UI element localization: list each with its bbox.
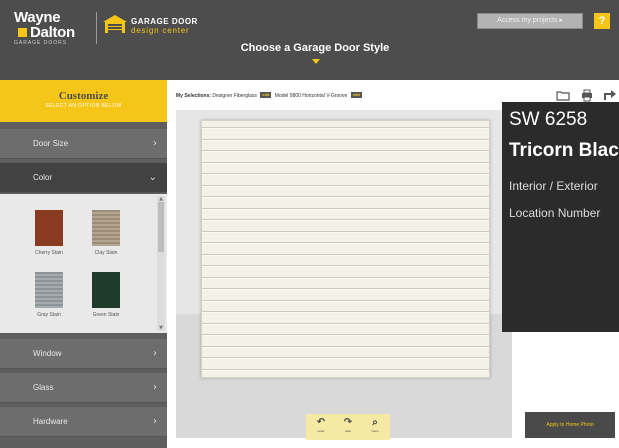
edit-door-type-tag[interactable]: edit [260,92,272,98]
door-groove [202,242,489,244]
customize-header: Customize SELECT AN OPTION BELOW [0,80,167,122]
brand-line-2: Dalton [14,25,86,40]
door-groove [202,345,489,348]
folder-icon[interactable] [556,88,570,102]
swatch-clay-stain[interactable]: Clay Stain [85,210,127,257]
customize-title: Customize [58,90,109,102]
logo-divider [96,12,97,44]
swatch-gray-stain[interactable]: Gray Stain [28,272,70,319]
door-groove [202,311,489,313]
door-groove [202,230,489,233]
chevron-right-icon: › [153,416,157,427]
door-groove [202,150,489,152]
color-usage: Interior / Exterior [509,179,598,193]
design-center-logo: GARAGE DOOR design center [131,17,198,35]
swatch-image [92,272,120,308]
swatch-image [35,210,63,246]
color-location: Location Number [509,206,601,220]
edit-model-tag[interactable]: edit [350,92,362,98]
sidebar-item-label: Color [33,173,53,182]
color-swatch-panel: Cherry Stain Clay Stain Gray Stain Green… [0,194,167,333]
door-groove [202,288,489,290]
chevron-right-icon: › [153,348,157,359]
door-groove [202,357,489,359]
door-groove [202,219,489,221]
chevron-right-icon: › [153,382,157,393]
swatch-green-stain[interactable]: Green Stain [85,272,127,319]
swatch-label: Cherry Stain [35,250,63,256]
selection-door-type: Designer Fiberglass [212,93,257,99]
door-groove [202,207,489,210]
door-groove [202,276,489,279]
door-groove [202,173,489,175]
color-number: SW 6258 [509,109,588,130]
swatch-image [35,272,63,308]
garage-icon [103,15,127,33]
door-groove [202,265,489,267]
apply-to-home-photo-button[interactable]: Apply to Home Photo [525,412,615,438]
door-groove [202,161,489,164]
swatch-label: Gray Stain [37,312,61,318]
redo-label: redo [344,429,351,433]
view-controls: ↶ undo ↷ redo ⌕ zoom [306,414,390,440]
door-groove [202,299,489,302]
gdc-line-2: design center [131,26,190,35]
selections-label: My Selections: [176,93,212,99]
color-tooltip: SW 6258 Tricorn Black Interior / Exterio… [502,102,619,332]
sidebar-item-label: Hardware [33,417,68,426]
door-groove [202,334,489,336]
page-title: Choose a Garage Door Style [240,42,390,54]
chevron-right-icon: › [153,138,157,149]
door-groove [202,253,489,256]
undo-button[interactable]: ↶ undo [312,417,330,437]
sidebar-item-window[interactable]: Window › [0,339,167,369]
sidebar-item-label: Door Size [33,139,69,148]
my-selections: My Selections: Designer Fiberglass edit … [176,90,476,102]
sidebar-item-glass[interactable]: Glass › [0,373,167,403]
swatch-image [92,210,120,246]
help-button[interactable]: ? [594,13,610,29]
color-name: Tricorn Black [509,140,619,161]
customize-sidebar: Customize SELECT AN OPTION BELOW Door Si… [0,80,167,448]
redo-button[interactable]: ↷ redo [339,417,357,437]
undo-label: undo [317,429,325,433]
customize-subtitle: SELECT AN OPTION BELOW [45,103,122,109]
chevron-down-icon: ⌄ [148,172,157,183]
sidebar-item-color[interactable]: Color ⌄ [0,163,167,193]
zoom-button[interactable]: ⌕ zoom [366,417,384,437]
door-groove [202,322,489,325]
share-icon[interactable] [603,88,617,102]
access-projects-button[interactable]: Access my projects ▸ [477,13,583,29]
door-groove [202,127,489,129]
sidebar-item-hardware[interactable]: Hardware › [0,407,167,437]
sidebar-item-door-size[interactable]: Door Size › [0,129,167,159]
door-groove [202,368,489,371]
door-groove [202,196,489,198]
brand-tagline: GARAGE DOORS [14,40,68,46]
wayne-dalton-logo[interactable]: Wayne Dalton GARAGE DOORS [14,9,86,46]
scroll-down-icon[interactable]: ▼ [157,325,165,331]
app-header: Wayne Dalton GARAGE DOORS GARAGE DOOR de… [0,0,619,80]
gdc-line-1: GARAGE DOOR [131,17,198,26]
sidebar-item-label: Glass [33,383,54,392]
print-icon[interactable] [580,88,594,102]
scrollbar-thumb[interactable] [158,202,164,252]
swatch-label: Clay Stain [94,250,118,256]
zoom-label: zoom [371,429,379,433]
sidebar-item-label: Window [33,349,62,358]
swatch-label: Green Stain [92,312,120,318]
swatch-scrollbar[interactable]: ▲ ▼ [157,196,165,331]
door-groove [202,184,489,187]
undo-icon: ↶ [316,417,326,428]
door-groove [202,138,489,141]
brand-line-1: Wayne [14,9,61,26]
garage-door-preview [201,120,490,378]
swatch-cherry-stain[interactable]: Cherry Stain [28,210,70,257]
redo-icon: ↷ [343,417,353,428]
chevron-down-icon[interactable] [312,59,320,64]
selection-model: Model 9800 Horizontal V-Groove [274,93,348,99]
zoom-icon: ⌕ [372,417,378,428]
